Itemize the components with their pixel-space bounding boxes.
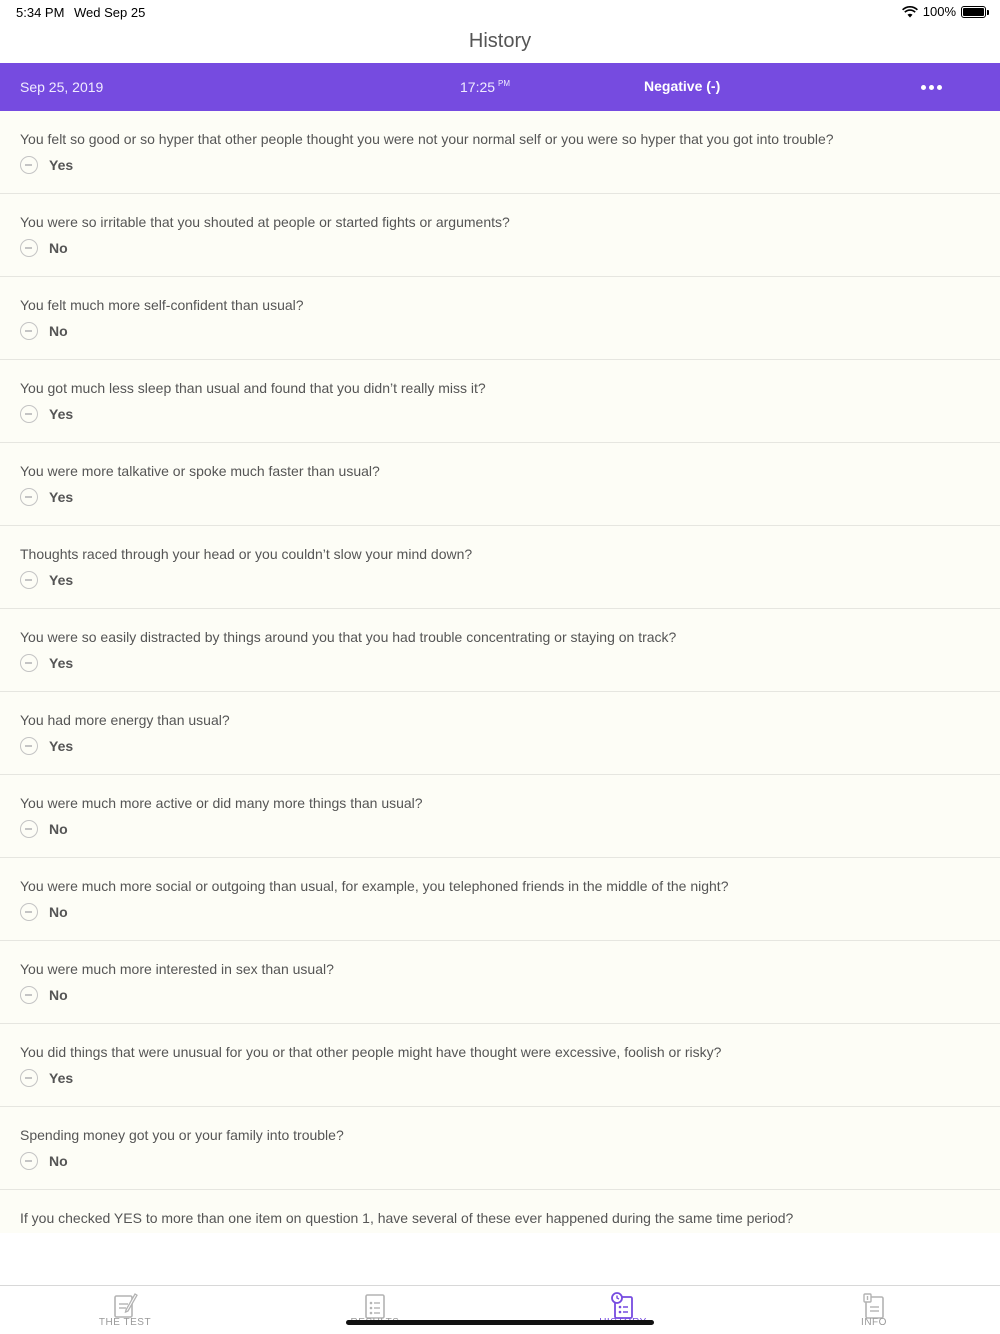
question-text: You had more energy than usual? (20, 712, 230, 728)
answer-row: No (20, 1152, 68, 1170)
answer-label: No (49, 240, 68, 256)
list-item: You felt much more self-confident than u… (0, 277, 1000, 360)
answer-label: No (49, 904, 68, 920)
answer-label: Yes (49, 406, 74, 422)
question-text: You felt much more self-confident than u… (20, 297, 304, 313)
status-right: 100% (901, 4, 989, 19)
tab-label: THE TEST (98, 1317, 152, 1328)
answer-row: Yes (20, 737, 73, 755)
tab-history[interactable]: HISTORY (563, 1286, 683, 1334)
edit-document-icon (114, 1293, 138, 1318)
result-header: Sep 25, 2019 17:25 PM Negative (-) (0, 63, 1000, 111)
result-verdict: Negative (-) (644, 78, 721, 94)
answer-row: No (20, 903, 68, 921)
answer-label: Yes (49, 157, 74, 173)
question-text: You did things that were unusual for you… (20, 1044, 722, 1060)
question-text: You were more talkative or spoke much fa… (20, 463, 380, 479)
question-text: You were much more interested in sex tha… (20, 961, 334, 977)
home-indicator[interactable] (346, 1320, 654, 1325)
list-item: You were much more active or did many mo… (0, 775, 1000, 858)
minus-circle-icon (20, 903, 38, 921)
answer-row: Yes (20, 571, 73, 589)
list-item: You were so easily distracted by things … (0, 609, 1000, 692)
tab-results[interactable]: RESULTS (315, 1286, 435, 1334)
question-list[interactable]: You felt so good or so hyper that other … (0, 111, 1000, 1233)
minus-circle-icon (20, 239, 38, 257)
answer-label: Yes (49, 655, 74, 671)
tab-bar: THE TEST RESULTS HISTORY INFO (0, 1285, 1000, 1334)
question-text: If you checked YES to more than one item… (20, 1210, 794, 1226)
list-item: You were more talkative or spoke much fa… (0, 443, 1000, 526)
info-document-icon (863, 1293, 884, 1319)
battery-icon (961, 5, 989, 18)
list-item: Thoughts raced through your head or you … (0, 526, 1000, 609)
answer-row: Yes (20, 405, 73, 423)
question-text: You were so easily distracted by things … (20, 629, 677, 645)
answer-row: No (20, 322, 68, 340)
question-text: You felt so good or so hyper that other … (20, 131, 834, 147)
question-text: You were much more active or did many mo… (20, 795, 423, 811)
answer-label: Yes (49, 1070, 74, 1086)
answer-row: Yes (20, 1069, 73, 1087)
question-text: Spending money got you or your family in… (20, 1127, 344, 1143)
list-item: If you checked YES to more than one item… (0, 1190, 1000, 1233)
minus-circle-icon (20, 405, 38, 423)
minus-circle-icon (20, 820, 38, 838)
list-item: You were so irritable that you shouted a… (0, 194, 1000, 277)
tab-label: INFO (861, 1317, 887, 1328)
question-text: You were so irritable that you shouted a… (20, 214, 510, 230)
list-item: You felt so good or so hyper that other … (0, 111, 1000, 194)
status-date: Wed Sep 25 (74, 5, 146, 20)
answer-label: Yes (49, 738, 74, 754)
minus-circle-icon (20, 737, 38, 755)
question-text: You got much less sleep than usual and f… (20, 380, 486, 396)
minus-circle-icon (20, 1152, 38, 1170)
result-date: Sep 25, 2019 (20, 79, 104, 95)
list-item: Spending money got you or your family in… (0, 1107, 1000, 1190)
minus-circle-icon (20, 156, 38, 174)
answer-label: No (49, 987, 68, 1003)
minus-circle-icon (20, 488, 38, 506)
checklist-icon (365, 1294, 385, 1319)
answer-row: No (20, 820, 68, 838)
minus-circle-icon (20, 986, 38, 1004)
result-time: 17:25 PM (460, 79, 510, 95)
wifi-icon (901, 5, 918, 17)
answer-row: No (20, 239, 68, 257)
result-meridiem: PM (498, 79, 511, 88)
more-options-button[interactable] (918, 79, 944, 95)
answer-label: No (49, 1153, 68, 1169)
question-text: You were much more social or outgoing th… (20, 878, 729, 894)
list-item: You did things that were unusual for you… (0, 1024, 1000, 1107)
battery-percent: 100% (922, 4, 956, 19)
list-item: You got much less sleep than usual and f… (0, 360, 1000, 443)
status-time: 5:34 PM (16, 5, 65, 20)
history-icon (611, 1292, 633, 1319)
result-time-value: 17:25 (460, 79, 496, 95)
answer-label: Yes (49, 572, 74, 588)
status-bar: 5:34 PM Wed Sep 25 100% (0, 0, 1000, 24)
tab-info[interactable]: INFO (814, 1286, 934, 1334)
minus-circle-icon (20, 1069, 38, 1087)
list-item: You were much more interested in sex tha… (0, 941, 1000, 1024)
answer-row: Yes (20, 488, 73, 506)
minus-circle-icon (20, 654, 38, 672)
tab-the-test[interactable]: THE TEST (65, 1286, 185, 1334)
answer-label: No (49, 323, 68, 339)
answer-label: No (49, 821, 68, 837)
answer-row: No (20, 986, 68, 1004)
answer-row: Yes (20, 654, 73, 672)
minus-circle-icon (20, 571, 38, 589)
list-item: You had more energy than usual? Yes (0, 692, 1000, 775)
question-text: Thoughts raced through your head or you … (20, 546, 473, 562)
answer-label: Yes (49, 489, 74, 505)
page-title: History (468, 30, 532, 52)
minus-circle-icon (20, 322, 38, 340)
list-item: You were much more social or outgoing th… (0, 858, 1000, 941)
answer-row: Yes (20, 156, 73, 174)
